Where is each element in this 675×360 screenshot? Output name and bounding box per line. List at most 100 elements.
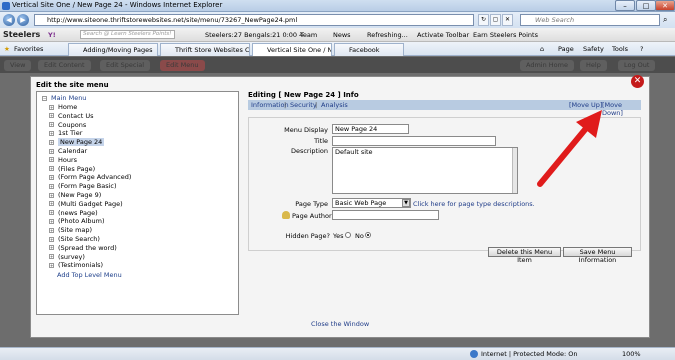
chevron-down-icon[interactable]: ▼ (402, 199, 410, 207)
expand-icon[interactable]: + (49, 236, 54, 242)
hidden-yes-radio[interactable] (345, 232, 351, 238)
page-type-help-link[interactable]: Click here for page type descriptions. (413, 200, 535, 208)
browser-tab-active[interactable]: Vertical Site One / New ... (252, 43, 332, 56)
expand-icon[interactable]: + (49, 122, 54, 128)
menu-tree-item[interactable]: + (Site map) (49, 226, 92, 234)
expand-icon[interactable]: + (49, 157, 54, 163)
refresh-status[interactable]: Refreshing... (367, 31, 408, 39)
menu-tree-item[interactable]: + Calendar (49, 147, 87, 155)
toolbar-brand[interactable]: Steelers (3, 30, 40, 39)
expand-icon[interactable]: + (49, 130, 54, 136)
security-zone[interactable]: Internet | Protected Mode: On (481, 350, 578, 358)
menu-tree-item[interactable]: + (Form Page Advanced) (49, 173, 131, 181)
expand-icon[interactable]: + (49, 245, 54, 251)
tab-information[interactable]: Information (251, 101, 289, 109)
maximize-button[interactable]: □ (636, 0, 656, 11)
activate-toolbar-link[interactable]: Activate Toolbar (417, 31, 469, 39)
nav-log-out[interactable]: Log Out (618, 60, 656, 71)
yahoo-icon[interactable]: Y! (48, 31, 56, 39)
hidden-no-radio[interactable] (365, 232, 371, 238)
tools-menu[interactable]: Tools (612, 45, 628, 53)
minimize-button[interactable]: – (615, 0, 635, 11)
menu-tree-item[interactable]: + New Page 24 (49, 138, 105, 147)
menu-tree-item[interactable]: + (Testimonials) (49, 261, 103, 269)
expand-icon[interactable]: + (49, 227, 54, 233)
browser-tab[interactable]: Adding/Moving Pages (68, 43, 158, 56)
add-top-level-link[interactable]: Add Top Level Menu (57, 271, 122, 279)
expand-icon[interactable]: + (49, 183, 54, 189)
menu-tree-item[interactable]: + (Site Search) (49, 235, 100, 243)
zoom-level[interactable]: 100% (622, 350, 641, 358)
browser-tab[interactable]: Facebook (334, 43, 404, 56)
menu-tree-item[interactable]: + Hours (49, 156, 77, 164)
tab-analysis[interactable]: Analysis (321, 101, 348, 109)
menu-tree-item[interactable]: + (Photo Album) (49, 217, 105, 225)
menu-tree-item[interactable]: + (survey) (49, 253, 85, 261)
help-icon[interactable]: ? (640, 45, 643, 53)
menu-tree-item[interactable]: + Coupons (49, 121, 86, 129)
menu-tree-item[interactable]: + (Spread the word) (49, 244, 117, 252)
nav-view[interactable]: View (4, 60, 32, 71)
favorites-button[interactable]: Favorites (14, 45, 43, 53)
expand-icon[interactable]: + (49, 192, 54, 198)
home-icon[interactable]: ⌂ (540, 45, 544, 53)
news-menu[interactable]: News (333, 31, 351, 39)
refresh-icon[interactable]: ↻ (478, 14, 489, 26)
expand-icon[interactable]: + (49, 174, 54, 180)
url-input[interactable]: http://www.siteone.thriftstorewebsites.n… (34, 14, 474, 26)
compat-icon[interactable]: ▢ (490, 14, 501, 26)
expand-icon[interactable]: + (49, 254, 54, 260)
dialog-close-button[interactable]: ✕ (631, 75, 644, 88)
favorites-star-icon[interactable]: ★ (4, 45, 10, 53)
collapse-icon[interactable]: − (42, 95, 47, 101)
tab-security[interactable]: Security (290, 101, 317, 109)
nav-edit-content[interactable]: Edit Content (38, 60, 91, 71)
search-icon[interactable]: ⌕ (663, 15, 667, 25)
score-ticker[interactable]: Steelers:27 Bengals:21 0:00 4 (205, 31, 303, 39)
save-menu-info-button[interactable]: Save Menu Information (563, 247, 632, 264)
tree-root[interactable]: − Main Menu (42, 94, 86, 102)
expand-icon[interactable]: + (49, 166, 54, 172)
close-window-button[interactable]: ✕ (655, 0, 675, 11)
menu-tree-item[interactable]: + Contact Us (49, 112, 94, 120)
page-menu[interactable]: Page (558, 45, 574, 53)
expand-icon[interactable]: + (49, 201, 54, 207)
earn-points-link[interactable]: Earn Steelers Points (473, 31, 538, 39)
team-menu[interactable]: Team (300, 31, 317, 39)
expand-icon[interactable]: + (49, 262, 54, 268)
delete-menu-item-button[interactable]: Delete this Menu Item (488, 247, 561, 264)
expand-icon[interactable]: + (49, 210, 54, 216)
browser-tab[interactable]: Thrift Store Websites Creat... (160, 43, 250, 56)
nav-edit-special[interactable]: Edit Special (100, 60, 151, 71)
status-bar: Internet | Protected Mode: On 100% (0, 347, 675, 360)
expand-icon[interactable]: + (49, 104, 54, 110)
menu-tree-item[interactable]: + (news Page) (49, 209, 98, 217)
menu-display-input[interactable]: New Page 24 (332, 124, 409, 134)
menu-tree-item[interactable]: + Home (49, 103, 77, 111)
stop-icon[interactable]: ✕ (502, 14, 513, 26)
page-type-select[interactable]: Basic Web Page (332, 198, 411, 208)
forward-icon[interactable]: ▶ (17, 14, 29, 26)
nav-admin-home[interactable]: Admin Home (520, 60, 574, 71)
safety-menu[interactable]: Safety (583, 45, 604, 53)
menu-tree-item[interactable]: + (Form Page Basic) (49, 182, 117, 190)
nav-edit-menu[interactable]: Edit Menu (160, 60, 205, 71)
description-scrollbar[interactable] (512, 148, 517, 193)
menu-tree-item[interactable]: + (New Page 9) (49, 191, 101, 199)
title-input[interactable] (332, 136, 496, 146)
expand-icon[interactable]: + (49, 148, 54, 154)
back-icon[interactable]: ◀ (3, 14, 15, 26)
menu-tree-item[interactable]: + (Files Page) (49, 165, 95, 173)
web-search-input[interactable]: Web Search (520, 14, 660, 26)
expand-icon[interactable]: + (49, 139, 54, 145)
menu-tree-item[interactable]: +1st Tier (49, 129, 82, 137)
description-textarea[interactable]: Default site (332, 147, 518, 194)
nav-help[interactable]: Help (580, 60, 607, 71)
close-window-link[interactable]: Close the Window (311, 320, 369, 328)
page-author-input[interactable] (332, 210, 439, 220)
title-label: Title (314, 137, 328, 145)
expand-icon[interactable]: + (49, 113, 54, 119)
toolbar-search-input[interactable]: Search @ Learn Steelers Points! (80, 30, 175, 39)
menu-tree-item[interactable]: + (Multi Gadget Page) (49, 200, 123, 208)
expand-icon[interactable]: + (49, 218, 54, 224)
